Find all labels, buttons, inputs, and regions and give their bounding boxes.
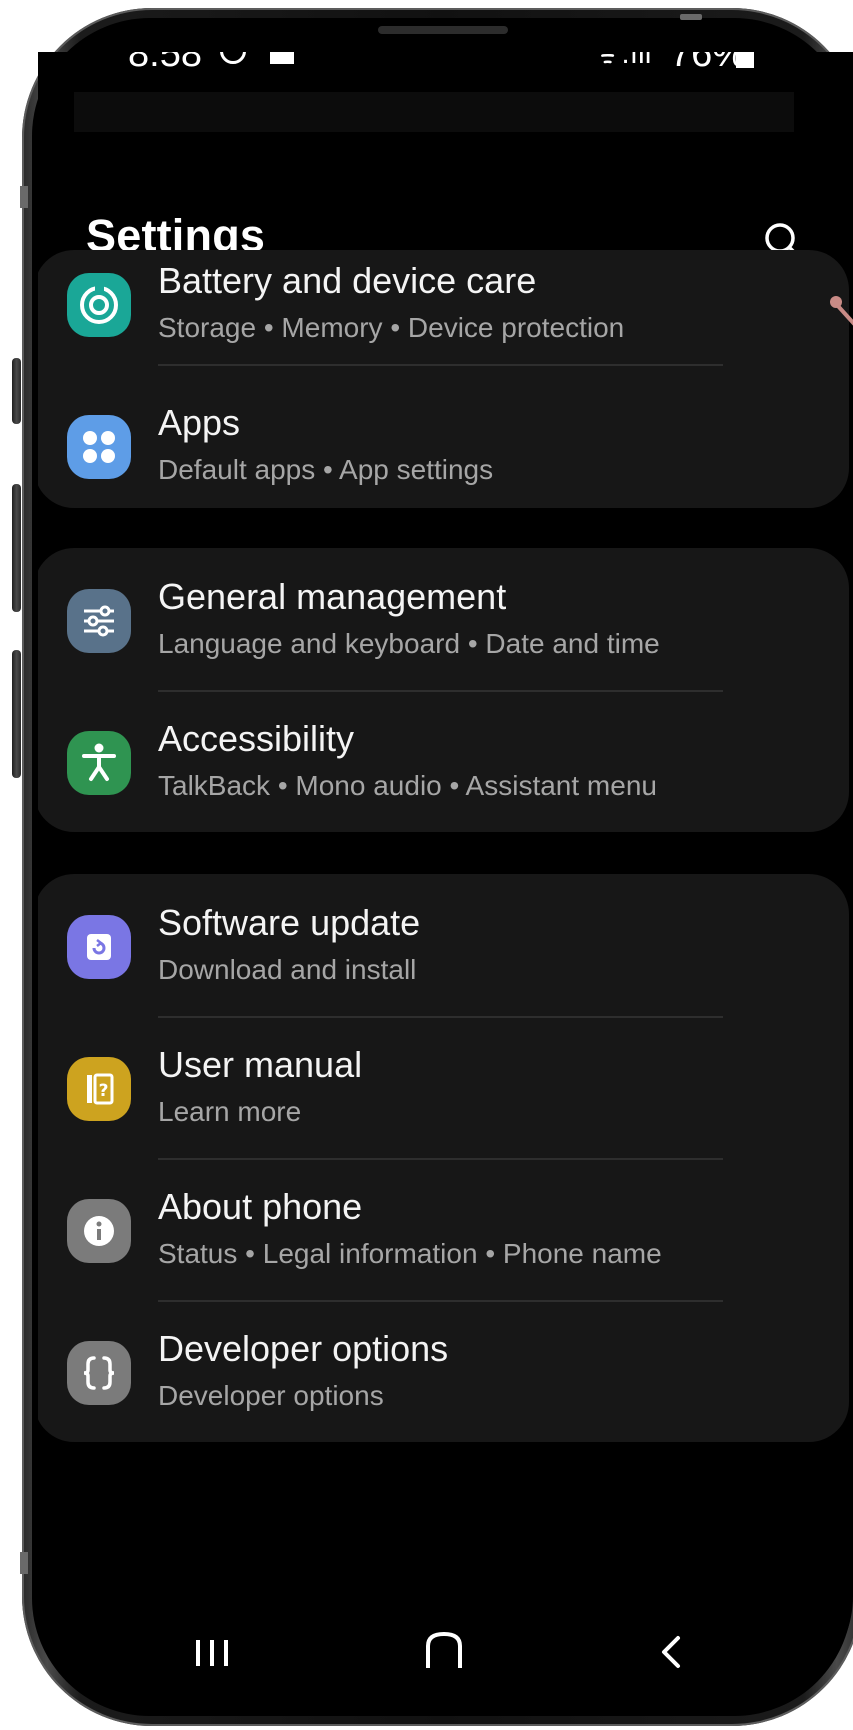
earpiece-speaker	[378, 26, 508, 34]
back-chevron-icon[interactable]	[652, 1630, 688, 1670]
frame-antenna-line	[680, 14, 702, 20]
frame-antenna-line	[20, 186, 28, 208]
item-subtitle: Default apps • App settings	[158, 454, 494, 485]
settings-item-about-phone[interactable]: About phone Status • Legal information •…	[38, 1158, 849, 1300]
phone-side-button	[12, 358, 21, 424]
item-title: User manual	[158, 1044, 363, 1085]
user-manual-icon: ?	[67, 1057, 131, 1121]
navigation-bar	[38, 1608, 853, 1704]
phone-mockup: 8:58 ᯤ.ıll 76% Settings Battery and devi…	[0, 0, 853, 1730]
divider	[158, 364, 723, 366]
settings-item-developer-options[interactable]: Developer options Developer options	[38, 1300, 849, 1442]
battery-percent: 76%	[670, 52, 747, 75]
device-care-icon	[67, 273, 131, 337]
settings-item-apps[interactable]: Apps Default apps • App settings	[38, 374, 849, 516]
settings-item-software-update[interactable]: Software update Download and install	[38, 874, 849, 1016]
settings-group-device: Battery and device care Storage • Memory…	[38, 250, 849, 508]
item-title: Battery and device care	[158, 260, 537, 301]
item-title: Apps	[158, 402, 241, 443]
item-subtitle: Developer options	[158, 1380, 384, 1411]
settings-group-system: General management Language and keyboard…	[38, 548, 849, 832]
svg-text:?: ?	[99, 1081, 109, 1101]
volume-down-button	[12, 650, 21, 778]
item-subtitle: Download and install	[158, 954, 417, 985]
apps-grid-icon	[67, 415, 131, 479]
item-title: Accessibility	[158, 718, 355, 759]
accessibility-person-icon	[67, 731, 131, 795]
status-bar-shade	[74, 92, 794, 132]
status-time: 8:58	[128, 52, 202, 75]
item-title: Developer options	[158, 1328, 449, 1369]
info-icon	[67, 1199, 131, 1263]
camera-record-icon	[270, 52, 294, 64]
item-title: General management	[158, 576, 507, 617]
settings-screen: 8:58 ᯤ.ıll 76% Settings Battery and devi…	[38, 52, 853, 1704]
frame-antenna-line	[20, 1552, 28, 1574]
item-subtitle: TalkBack • Mono audio • Assistant menu	[158, 770, 657, 801]
item-title: About phone	[158, 1186, 363, 1227]
sliders-icon	[67, 589, 131, 653]
settings-item-accessibility[interactable]: Accessibility TalkBack • Mono audio • As…	[38, 690, 849, 832]
home-icon[interactable]	[424, 1630, 464, 1670]
recent-apps-icon[interactable]	[192, 1634, 232, 1670]
alert-circle-icon	[220, 52, 246, 64]
curly-braces-icon	[67, 1341, 131, 1405]
settings-item-battery-device-care[interactable]: Battery and device care Storage • Memory…	[38, 232, 849, 374]
software-update-icon	[67, 915, 131, 979]
wifi-signal-icon: ᯤ.ıll	[594, 52, 652, 70]
status-bar: 8:58 ᯤ.ıll 76%	[74, 52, 794, 92]
volume-up-button	[12, 484, 21, 612]
battery-icon	[736, 52, 754, 68]
item-subtitle: Language and keyboard • Date and time	[158, 628, 660, 659]
item-subtitle: Storage • Memory • Device protection	[158, 312, 625, 343]
item-subtitle: Learn more	[158, 1096, 302, 1127]
settings-item-general-management[interactable]: General management Language and keyboard…	[38, 548, 849, 690]
item-title: Software update	[158, 902, 421, 943]
item-subtitle: Status • Legal information • Phone name	[158, 1238, 662, 1269]
settings-item-user-manual[interactable]: ? User manual Learn more	[38, 1016, 849, 1158]
settings-group-about: Software update Download and install ? U…	[38, 874, 849, 1442]
